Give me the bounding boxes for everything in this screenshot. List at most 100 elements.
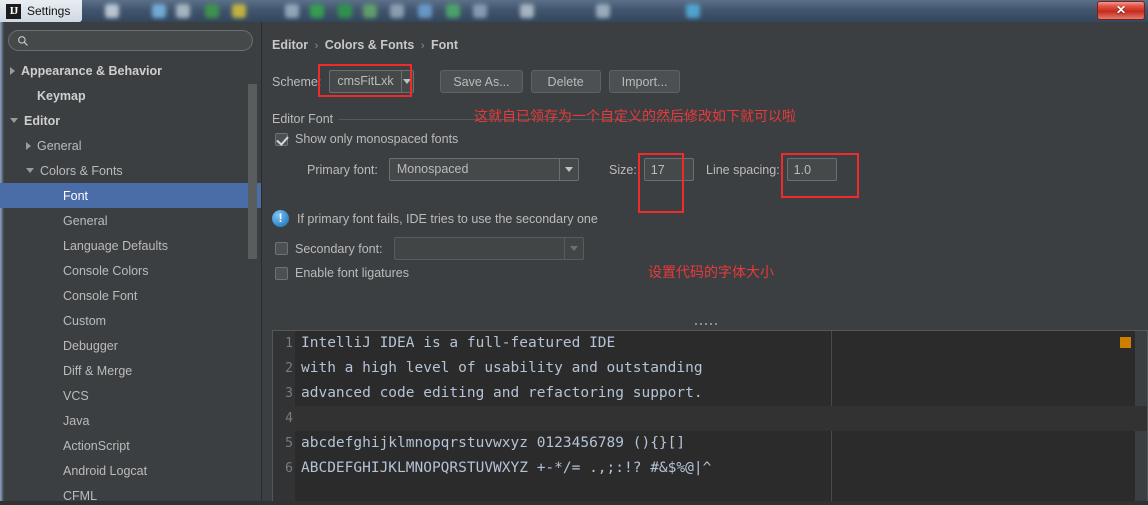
sidebar-scrollbar-thumb[interactable] — [248, 84, 257, 259]
font-size-row: Size: — [609, 158, 694, 181]
sidebar-item-label: Console Colors — [63, 263, 149, 278]
sidebar-item-label: Editor — [24, 113, 61, 128]
size-input[interactable] — [643, 158, 694, 181]
line-spacing-row: Line spacing: — [706, 158, 837, 181]
sidebar-item-label: Colors & Fonts — [40, 163, 123, 178]
preview-splitter[interactable] — [263, 318, 1148, 330]
sidebar-item-label: Diff & Merge — [63, 363, 133, 378]
sidebar-item-general[interactable]: General — [0, 208, 261, 233]
sidebar-item-label: General — [63, 213, 108, 228]
sidebar-item-vcs[interactable]: VCS — [0, 383, 261, 408]
intellij-logo-icon: IJ — [6, 3, 21, 19]
settings-sidebar: Appearance & Behavior Keymap Editor General… — [0, 22, 262, 505]
sidebar-item-language-defaults[interactable]: Language Defaults — [0, 233, 261, 258]
sidebar-item-keymap[interactable]: Keymap — [0, 83, 261, 108]
chevron-down-icon — [563, 238, 583, 259]
line-spacing-input[interactable] — [786, 158, 837, 181]
secondary-font-dropdown[interactable] — [393, 237, 584, 260]
sidebar-item-debugger[interactable]: Debugger — [0, 333, 261, 358]
search-box[interactable] — [8, 30, 253, 51]
sidebar-item-label: General — [37, 138, 82, 153]
search-input[interactable] — [29, 33, 252, 48]
settings-dialog: Appearance & Behavior Keymap Editor General… — [0, 22, 1148, 505]
editor-font-group-title: Editor Font — [272, 112, 340, 126]
sidebar-item-diff-merge[interactable]: Diff & Merge — [0, 358, 261, 383]
line-number: 1 — [285, 336, 293, 351]
search-container — [0, 22, 261, 55]
search-icon — [18, 35, 28, 46]
preview-code-area: 1 IntelliJ IDEA is a full-featured IDE 2 wi… — [285, 331, 1147, 504]
primary-font-row: Primary font: Monospaced — [307, 158, 579, 181]
line-number: 3 — [285, 386, 293, 401]
sidebar-item-editor[interactable]: Editor — [0, 108, 261, 133]
preview-line-text: advanced code editing and refactoring su… — [301, 385, 703, 401]
font-preview-pane[interactable]: 1 IntelliJ IDEA is a full-featured IDE 2 wi… — [272, 330, 1148, 505]
line-number: 2 — [285, 361, 293, 376]
sidebar-item-label: Debugger — [63, 338, 118, 353]
sidebar-item-android-logcat[interactable]: Android Logcat — [0, 458, 261, 483]
sidebar-item-appearance-behavior[interactable]: Appearance & Behavior — [0, 58, 261, 83]
sidebar-item-console-font[interactable]: Console Font — [0, 283, 261, 308]
primary-font-label: Primary font: — [307, 162, 378, 177]
primary-font-dropdown[interactable]: Monospaced — [388, 158, 579, 181]
window-bottom-edge — [0, 501, 1148, 505]
show-monospaced-label: Show only monospaced fonts — [295, 132, 459, 146]
sidebar-item-label: Keymap — [37, 88, 86, 103]
sidebar-item-font[interactable]: Font — [0, 183, 261, 208]
breadcrumb-colors-fonts[interactable]: Colors & Fonts — [325, 38, 415, 52]
close-icon[interactable]: ✕ — [1097, 1, 1145, 20]
breadcrumb-editor[interactable]: Editor — [272, 38, 308, 52]
show-monospaced-checkbox[interactable] — [275, 132, 288, 146]
window-title: Settings — [27, 4, 71, 18]
sidebar-item-custom[interactable]: Custom — [0, 308, 261, 333]
preview-line: 3 advanced code editing and refactoring s… — [285, 381, 1147, 406]
breadcrumb: Editor › Colors & Fonts › Font — [272, 38, 458, 52]
preview-line: 1 IntelliJ IDEA is a full-featured IDE — [285, 331, 1147, 356]
chevron-down-icon[interactable] — [26, 168, 34, 173]
breadcrumb-font[interactable]: Font — [431, 38, 458, 52]
size-label: Size: — [609, 162, 637, 177]
scheme-dropdown[interactable]: cmsFitLxk — [329, 70, 415, 93]
sidebar-item-label: ActionScript — [63, 438, 130, 453]
chevron-down-icon[interactable] — [10, 118, 18, 123]
ligatures-checkbox[interactable] — [275, 266, 288, 280]
sidebar-item-label: Android Logcat — [63, 463, 148, 478]
preview-line-text — [295, 406, 1147, 431]
line-number: 6 — [285, 461, 293, 476]
preview-line: 5 abcdefghijklmnopqrstuvwxyz 0123456789 (… — [285, 431, 1147, 456]
chevron-right-icon[interactable] — [10, 66, 15, 75]
line-number: 4 — [285, 411, 293, 426]
splitter-grip-icon — [694, 323, 717, 325]
window-title-group: IJ Settings — [0, 0, 83, 22]
ligatures-row[interactable]: Enable font ligatures — [275, 266, 409, 280]
preview-line: 4 — [285, 406, 1147, 431]
secondary-font-checkbox[interactable] — [275, 242, 288, 255]
secondary-font-value — [395, 238, 564, 259]
sidebar-item-actionscript[interactable]: ActionScript — [0, 433, 261, 458]
show-monospaced-row[interactable]: Show only monospaced fonts — [275, 132, 458, 146]
chevron-right-icon[interactable] — [26, 141, 31, 150]
sidebar-item-general[interactable]: General — [0, 133, 261, 158]
line-spacing-label: Line spacing: — [706, 162, 780, 177]
preview-line: 6 ABCDEFGHIJKLMNOPQRSTUVWXYZ +-*/= .,;:!?… — [285, 456, 1147, 481]
info-icon: ! — [272, 210, 289, 227]
preview-line: 2 with a high level of usability and outs… — [285, 356, 1147, 381]
sidebar-item-label: Appearance & Behavior — [21, 63, 163, 78]
annotation-note-top: 这就自已领存为一个自定义的然后修改如下就可以啦 — [474, 109, 796, 125]
delete-button[interactable]: Delete — [530, 70, 601, 93]
line-number: 5 — [285, 436, 293, 451]
import-button[interactable]: Import... — [608, 70, 681, 93]
secondary-font-info: ! If primary font fails, IDE tries to us… — [272, 210, 598, 227]
sidebar-item-console-colors[interactable]: Console Colors — [0, 258, 261, 283]
secondary-font-row[interactable]: Secondary font: — [275, 237, 584, 260]
sidebar-item-colors-fonts[interactable]: Colors & Fonts — [0, 158, 261, 183]
scheme-row: Scheme: cmsFitLxk Save As... Delete Impo… — [272, 70, 681, 93]
scheme-value: cmsFitLxk — [337, 74, 394, 88]
preview-line-text: abcdefghijklmnopqrstuvwxyz 0123456789 ()… — [301, 435, 686, 451]
sidebar-item-label: Font — [63, 188, 89, 203]
save-as-button[interactable]: Save As... — [440, 70, 523, 93]
preview-line-text: IntelliJ IDEA is a full-featured IDE — [301, 335, 616, 351]
chevron-down-icon — [400, 71, 414, 92]
sidebar-item-java[interactable]: Java — [0, 408, 261, 433]
annotation-note-bottom: 设置代码的字体大小 — [648, 265, 774, 281]
